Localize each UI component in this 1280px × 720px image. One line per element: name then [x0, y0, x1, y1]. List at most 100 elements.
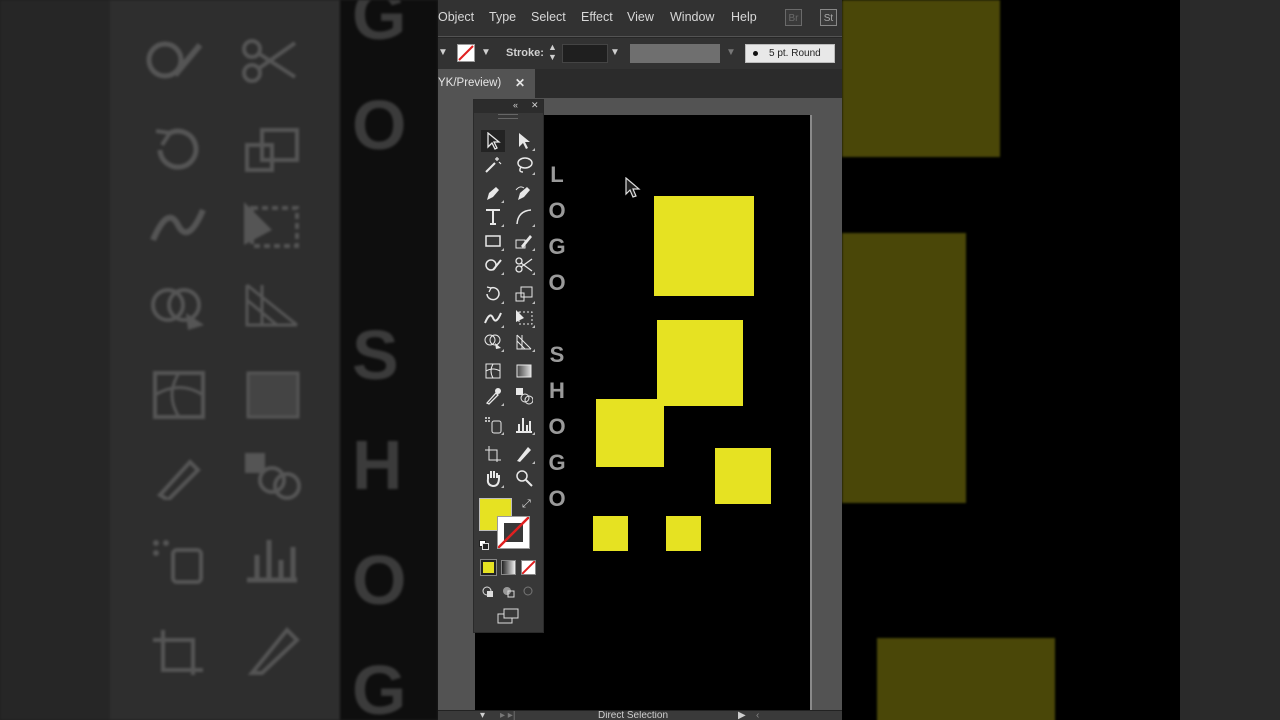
symbol-sprayer-tool-icon[interactable] [481, 414, 505, 436]
menu-view[interactable]: View [627, 10, 654, 24]
yellow-square[interactable] [666, 516, 701, 551]
close-icon[interactable]: ✕ [515, 76, 525, 90]
column-graph-tool-icon[interactable] [512, 414, 536, 436]
collapse-icon[interactable]: « [513, 100, 518, 110]
bg-letter: G [352, 651, 407, 720]
control-bar: ▼ ▼ Stroke: ▲ ▼ ▼ ▼ 5 pt. Round [438, 37, 842, 69]
brush-dot-icon [753, 51, 758, 56]
close-icon[interactable]: ✕ [531, 100, 539, 111]
type-tool-icon[interactable] [481, 206, 505, 228]
artboard-letter[interactable]: O [545, 270, 569, 296]
color-mode-button[interactable] [480, 559, 497, 576]
chevron-down-icon[interactable]: ▼ [726, 47, 736, 58]
yellow-square[interactable] [715, 448, 771, 504]
free-transform-tool-icon[interactable] [512, 307, 536, 329]
artboard-letter[interactable]: O [545, 486, 569, 512]
magic-wand-tool-icon[interactable] [481, 154, 505, 176]
nav-arrows-icon[interactable]: ▸ ▸| [500, 711, 515, 720]
scissors-tool-icon[interactable] [512, 254, 536, 276]
artboard-letter[interactable]: G [545, 234, 569, 260]
variable-width-field[interactable] [630, 44, 720, 63]
stroke-stepper-icon[interactable]: ▲ ▼ [548, 42, 557, 62]
status-bar: ▾ ▸ ▸| Direct Selection ▶ ‹ [438, 710, 842, 720]
tools-panel-header[interactable]: « ✕ [474, 100, 543, 113]
none-mode-button[interactable] [521, 560, 536, 575]
default-colors-icon[interactable] [479, 537, 489, 550]
rectangle-tool-icon[interactable] [481, 230, 505, 252]
draw-normal-icon[interactable] [481, 584, 496, 599]
gradient-mode-button[interactable] [501, 560, 516, 575]
shaper-icon [145, 35, 205, 85]
scale-tool-icon[interactable] [512, 283, 536, 305]
status-arrow-icon[interactable]: ▶ [738, 711, 746, 720]
none-slash-icon [498, 517, 529, 548]
menu-select[interactable]: Select [531, 10, 566, 24]
artboard-letter[interactable]: G [545, 450, 569, 476]
direct-selection-tool-icon[interactable] [512, 130, 536, 152]
screen-mode-icon[interactable] [497, 608, 519, 624]
document-tab-title: YK/Preview) [438, 77, 502, 89]
artboard-letter[interactable]: H [545, 378, 569, 404]
document-tab[interactable]: YK/Preview) ✕ [438, 69, 535, 98]
slice-icon [242, 625, 302, 675]
swap-colors-icon[interactable]: ⤢ [522, 498, 534, 510]
bg-letter: H [352, 426, 403, 504]
blend-tool-icon[interactable] [512, 385, 536, 407]
yellow-square[interactable] [593, 516, 628, 551]
menu-object[interactable]: Object [438, 10, 474, 24]
pencil-tool-icon[interactable] [512, 230, 536, 252]
warp-icon [148, 200, 208, 250]
draw-behind-icon[interactable] [501, 584, 516, 599]
perspective-grid-tool-icon[interactable] [512, 331, 536, 353]
gradient-tool-icon[interactable] [512, 360, 536, 382]
menu-bar: Object Type Select Effect View Window He… [438, 0, 842, 36]
chevron-down-icon[interactable]: ▼ [610, 47, 620, 58]
chevron-down-icon[interactable]: ▼ [481, 47, 491, 58]
document-tab-bar: YK/Preview) ✕ [438, 69, 842, 98]
selection-tool-icon[interactable] [481, 130, 505, 152]
bg-letter: S [352, 316, 399, 394]
warp-tool-icon[interactable] [481, 307, 505, 329]
draw-inside-icon[interactable] [521, 584, 536, 599]
mesh-tool-icon[interactable] [481, 360, 505, 382]
bridge-icon[interactable]: Br [785, 9, 802, 26]
menu-type[interactable]: Type [489, 10, 516, 24]
stroke-color-swatch[interactable] [457, 44, 475, 62]
hand-tool-icon[interactable] [481, 467, 505, 489]
yellow-square[interactable] [596, 399, 664, 467]
artboard-letter[interactable]: S [545, 342, 569, 368]
bg-letter: O [352, 541, 407, 619]
stock-icon[interactable]: St [820, 9, 837, 26]
lasso-tool-icon[interactable] [512, 154, 536, 176]
artboard-letter[interactable]: L [545, 162, 569, 188]
rotate-tool-icon[interactable] [481, 283, 505, 305]
stroke-color-box[interactable] [497, 516, 530, 549]
shaper-tool-icon[interactable] [481, 254, 505, 276]
panel-grip[interactable] [498, 114, 518, 119]
tools-panel: « ✕ ⤢ [473, 99, 544, 633]
yellow-square[interactable] [654, 196, 754, 296]
artboard-letter[interactable]: O [545, 414, 569, 440]
arc-tool-icon[interactable] [512, 206, 536, 228]
menu-window[interactable]: Window [670, 10, 714, 24]
chevron-down-icon[interactable]: ▾ [480, 711, 485, 720]
status-back-icon[interactable]: ‹ [756, 711, 759, 720]
blurred-background-left: G O S H O G [0, 0, 438, 720]
menu-help[interactable]: Help [731, 10, 757, 24]
chevron-down-icon[interactable]: ▼ [438, 47, 448, 58]
artboard-tool-icon[interactable] [481, 443, 505, 465]
artboard-icon [148, 625, 208, 675]
yellow-square[interactable] [657, 320, 743, 406]
stroke-weight-field[interactable] [562, 44, 608, 63]
blend-icon [242, 450, 302, 500]
slice-tool-icon[interactable] [512, 443, 536, 465]
menu-effect[interactable]: Effect [581, 10, 613, 24]
blurred-square [877, 638, 1055, 720]
pen-tool-icon[interactable] [481, 182, 505, 204]
curvature-pen-tool-icon[interactable] [512, 182, 536, 204]
artboard-letter[interactable]: O [545, 198, 569, 224]
zoom-tool-icon[interactable] [512, 467, 536, 489]
eyedropper-tool-icon[interactable] [481, 385, 505, 407]
brush-definition-dropdown[interactable]: 5 pt. Round [745, 44, 835, 63]
shape-builder-tool-icon[interactable] [481, 331, 505, 353]
